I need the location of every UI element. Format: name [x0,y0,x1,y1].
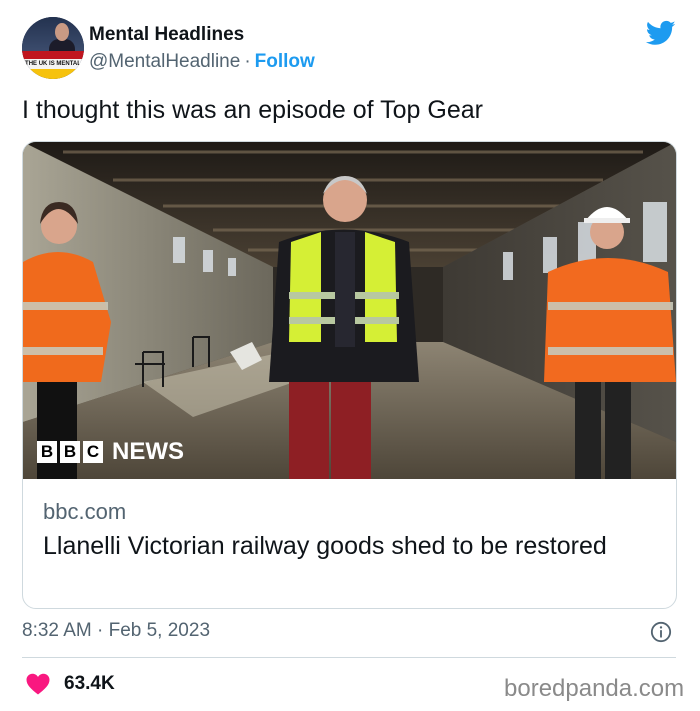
heart-icon[interactable] [26,673,50,695]
tweet-timestamp[interactable]: 8:32 AM · Feb 5, 2023 [22,620,210,642]
card-domain: bbc.com [43,499,127,524]
warehouse-photo [23,142,676,479]
bbc-letter-b1: B [37,441,57,463]
avatar[interactable]: THE UK IS MENTAL [22,17,84,79]
avatar-yellow-band [22,69,84,79]
card-title: Llanelli Victorian railway goods shed to… [43,532,607,560]
author-handle-row: @MentalHeadline · Follow [89,51,315,73]
handle-separator: · [244,51,251,72]
divider [22,657,676,658]
like-count[interactable]: 63.4K [64,673,115,695]
tweet-text: I thought this was an episode of Top Gea… [22,96,483,124]
follow-button[interactable]: Follow [255,51,315,72]
info-icon[interactable] [650,621,672,643]
bbc-news-logo: B B C NEWS [37,438,184,466]
bbc-letter-c: C [83,441,103,463]
card-image: B B C NEWS [23,142,676,479]
avatar-red-band [22,51,84,59]
watermark: boredpanda.com [504,675,685,702]
twitter-bird-icon [645,20,676,45]
author-handle[interactable]: @MentalHeadline [89,51,240,72]
bbc-letter-b2: B [60,441,80,463]
link-card[interactable]: B B C NEWS bbc.com Llanelli Victorian ra… [22,141,677,609]
author-name[interactable]: Mental Headlines [89,24,244,46]
avatar-banner: THE UK IS MENTAL [22,59,84,69]
bbc-news-label: NEWS [112,438,184,465]
avatar-figure-face [55,23,69,41]
